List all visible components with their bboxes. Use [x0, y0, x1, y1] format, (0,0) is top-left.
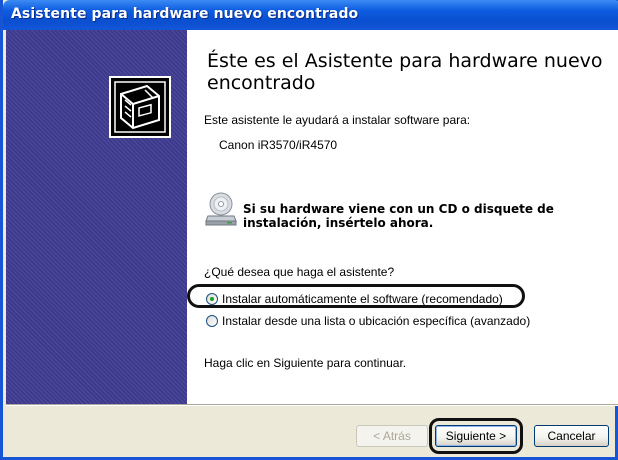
intro-text: Este asistente le ayudará a instalar sof… [204, 113, 471, 127]
question-text: ¿Qué desea que haga el asistente? [204, 265, 395, 279]
option-advanced-label: Instalar desde una lista o ubicación esp… [222, 314, 531, 328]
continue-text: Haga clic en Siguiente para continuar. [204, 356, 407, 370]
footer-separator [6, 404, 618, 406]
cd-drive-icon [205, 192, 237, 226]
device-name: Canon iR3570/iR4570 [219, 138, 338, 152]
cd-prompt: Si su hardware viene con un CD o disquet… [243, 202, 554, 230]
title-bar[interactable]: Asistente para hardware nuevo encontrado [3, 0, 618, 30]
page-title: Éste es el Asistente para hardware nuevo… [207, 50, 603, 94]
wizard-window: Asistente para hardware nuevo encontrado… [0, 0, 618, 460]
next-button-annotation [429, 418, 523, 454]
wizard-content: Éste es el Asistente para hardware nuevo… [187, 30, 618, 404]
radio-advanced[interactable] [206, 315, 218, 327]
highlight-annotation [187, 284, 525, 308]
cancel-button[interactable]: Cancelar [534, 425, 609, 447]
window-title: Asistente para hardware nuevo encontrado [11, 6, 359, 22]
option-advanced[interactable]: Instalar desde una lista o ubicación esp… [206, 313, 530, 329]
back-button[interactable]: < Atrás [356, 425, 428, 447]
hardware-card-icon [109, 76, 171, 138]
wizard-sidebar [6, 30, 187, 404]
